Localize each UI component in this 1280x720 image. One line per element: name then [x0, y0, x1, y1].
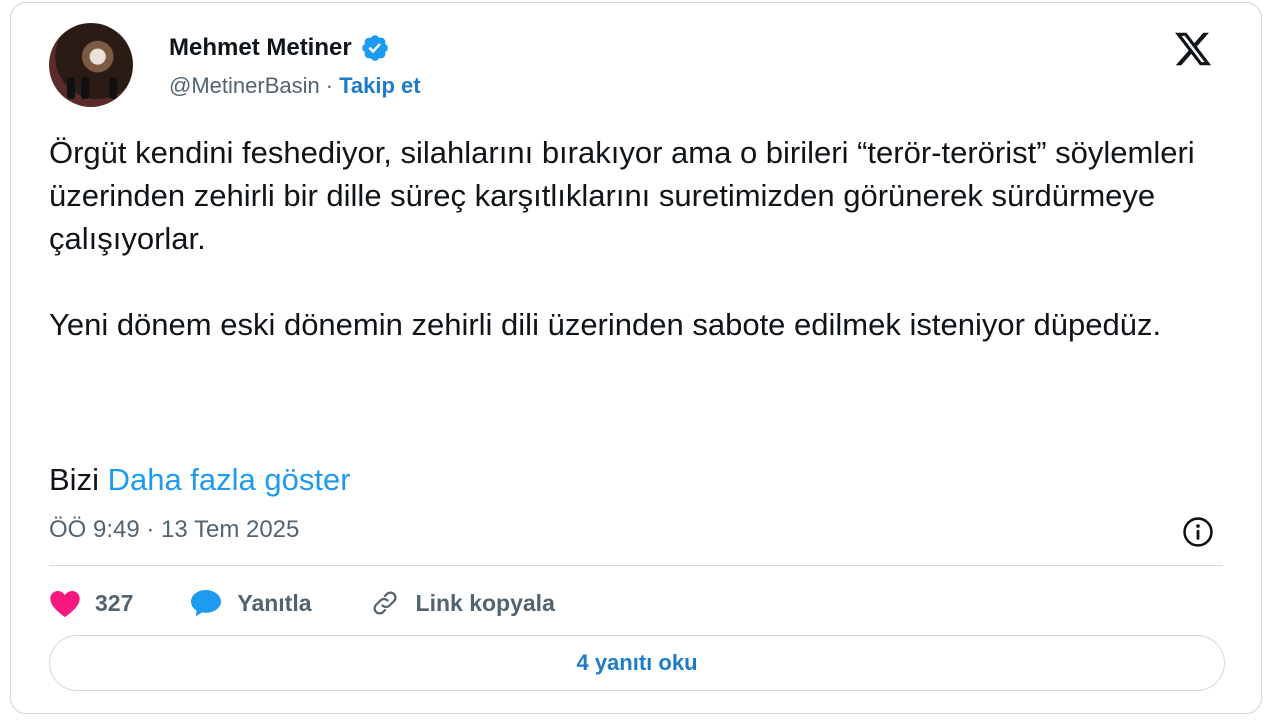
tweet-paragraph: Örgüt kendini feshediyor, silahlarını bı…: [49, 135, 1195, 256]
like-count: 327: [95, 589, 134, 616]
x-logo-icon[interactable]: [1171, 29, 1215, 69]
author-name[interactable]: Mehmet Metiner: [169, 34, 352, 62]
copy-link-button[interactable]: Link kopyala: [368, 588, 555, 618]
author-handle-row: @MetinerBasin · Takip et: [169, 73, 421, 99]
speech-bubble-icon: [191, 590, 222, 617]
like-button[interactable]: 327: [49, 588, 133, 618]
divider: [49, 565, 1223, 566]
tweet-text: Örgüt kendini feshediyor, silahlarını bı…: [49, 131, 1209, 346]
tweet-paragraph: Yeni dönem eski dönemin zehirli dili üze…: [49, 307, 1162, 342]
reply-button[interactable]: Yanıtla: [189, 588, 312, 618]
tweet-card: Mehmet Metiner @MetinerBasin · Takip et …: [10, 2, 1262, 714]
copy-link-label: Link kopyala: [415, 589, 555, 616]
link-icon: [373, 591, 397, 615]
heart-icon: [50, 591, 80, 618]
separator-dot: ·: [325, 73, 334, 98]
info-icon[interactable]: [1181, 515, 1215, 549]
truncated-text: Bizi: [49, 462, 99, 497]
verified-badge-icon: [361, 35, 388, 61]
microphone-shape: [109, 77, 117, 99]
truncated-line: Bizi Daha fazla göster: [49, 458, 351, 501]
author-name-row: Mehmet Metiner: [169, 33, 390, 63]
reply-label: Yanıtla: [237, 589, 312, 616]
action-bar: 327 Yanıtla Link kopyala: [49, 583, 611, 623]
show-more-link[interactable]: Daha fazla göster: [108, 462, 351, 497]
follow-link[interactable]: Takip et: [339, 73, 421, 99]
tweet-timestamp[interactable]: ÖÖ 9:49 · 13 Tem 2025: [49, 516, 299, 544]
read-replies-button[interactable]: 4 yanıtı oku: [49, 635, 1225, 691]
author-handle[interactable]: @MetinerBasin: [169, 73, 320, 99]
microphone-shape: [81, 77, 89, 99]
microphone-shape: [67, 77, 75, 99]
author-avatar[interactable]: [49, 23, 133, 107]
